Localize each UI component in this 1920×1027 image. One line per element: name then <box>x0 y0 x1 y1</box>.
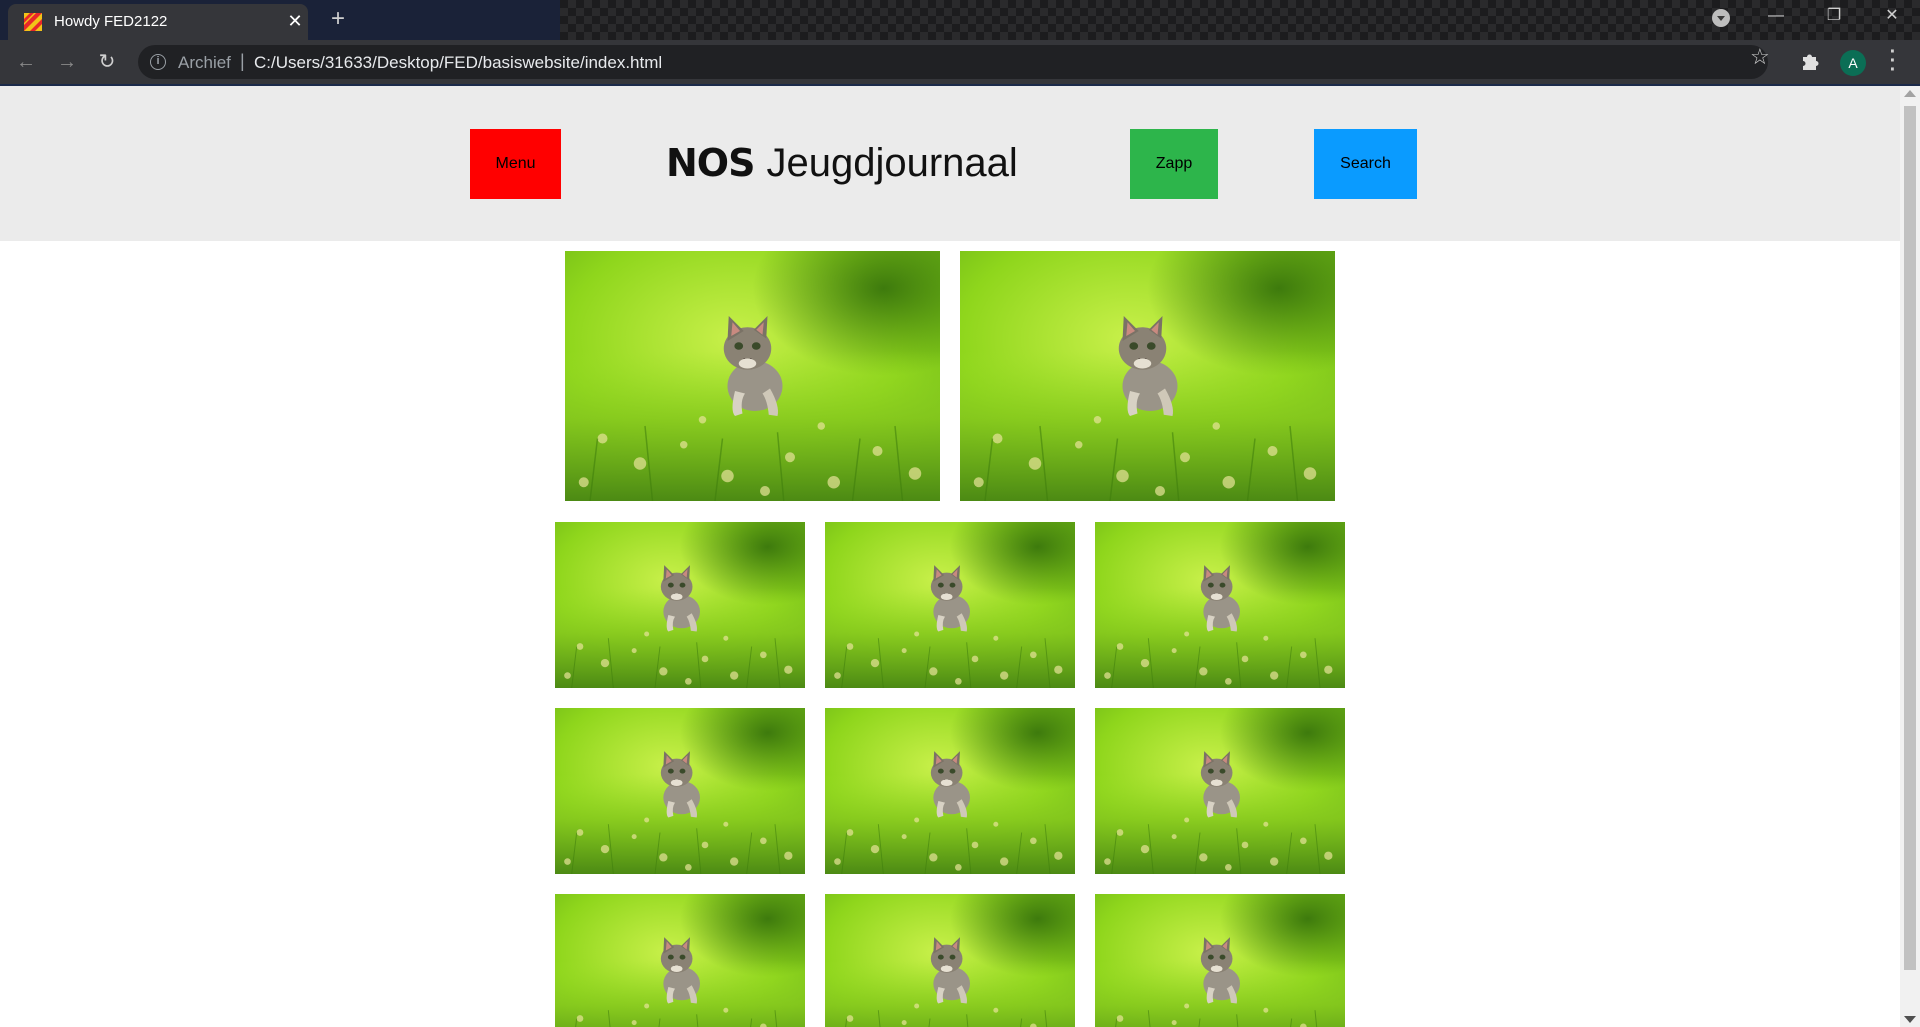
bookmark-star-icon[interactable]: ☆ <box>1750 44 1770 70</box>
address-bar[interactable]: i Archief | C:/Users/31633/Desktop/FED/b… <box>138 45 1768 79</box>
zapp-button[interactable]: Zapp <box>1130 129 1218 199</box>
address-separator: | <box>240 51 245 71</box>
address-prefix: Archief <box>178 53 231 72</box>
gallery-image-small <box>825 708 1075 874</box>
gallery-image-small <box>825 894 1075 1027</box>
restore-icon[interactable]: ❐ <box>1806 0 1862 34</box>
more-menu-icon[interactable]: · · · <box>1888 42 1898 80</box>
page-viewport: Menu NOS Jeugdjournaal Zapp Search <box>0 86 1900 1027</box>
tab-title: Howdy FED2122 <box>54 13 168 30</box>
gallery-image-small <box>555 522 805 688</box>
scroll-up-arrow-icon[interactable] <box>1904 90 1916 97</box>
nos-jeugdjournaal-logo[interactable]: NOS Jeugdjournaal <box>666 138 1018 188</box>
gallery-image-large <box>565 251 940 501</box>
gallery-image-small <box>1095 522 1345 688</box>
site-header: Menu NOS Jeugdjournaal Zapp Search <box>0 86 1900 241</box>
browser-titlebar: Howdy FED2122 ✕ + — ❐ ✕ <box>0 0 1920 40</box>
tab-search-icon[interactable] <box>1712 9 1730 27</box>
extensions-puzzle-icon[interactable] <box>1800 50 1822 72</box>
gallery-image-small <box>1095 894 1345 1027</box>
back-icon[interactable]: ← <box>12 48 40 76</box>
close-window-icon[interactable]: ✕ <box>1864 0 1920 34</box>
forward-icon[interactable]: → <box>53 48 81 76</box>
vertical-scrollbar[interactable] <box>1900 86 1920 1027</box>
profile-avatar[interactable]: A <box>1840 50 1866 76</box>
gallery-image-small <box>1095 708 1345 874</box>
gallery-image-small <box>825 522 1075 688</box>
browser-tab-active[interactable]: Howdy FED2122 ✕ <box>8 4 308 40</box>
search-button[interactable]: Search <box>1314 129 1417 199</box>
reload-icon[interactable]: ↻ <box>93 48 121 76</box>
menu-button[interactable]: Menu <box>470 129 561 199</box>
gallery-image-small <box>555 894 805 1027</box>
new-tab-icon[interactable]: + <box>325 6 351 32</box>
tab-close-icon[interactable]: ✕ <box>284 10 306 32</box>
logo-brand: NOS <box>666 141 755 185</box>
scroll-down-arrow-icon[interactable] <box>1904 1016 1916 1023</box>
gallery-image-large <box>960 251 1335 501</box>
minimize-icon[interactable]: — <box>1748 0 1804 34</box>
logo-name: Jeugdjournaal <box>766 140 1018 185</box>
gallery-image-small <box>555 708 805 874</box>
scroll-thumb[interactable] <box>1904 106 1916 970</box>
info-icon[interactable]: i <box>150 54 166 70</box>
browser-toolbar: ← → ↻ i Archief | C:/Users/31633/Desktop… <box>0 40 1920 84</box>
address-url[interactable]: C:/Users/31633/Desktop/FED/basiswebsite/… <box>254 53 662 73</box>
favicon-icon <box>24 13 42 31</box>
